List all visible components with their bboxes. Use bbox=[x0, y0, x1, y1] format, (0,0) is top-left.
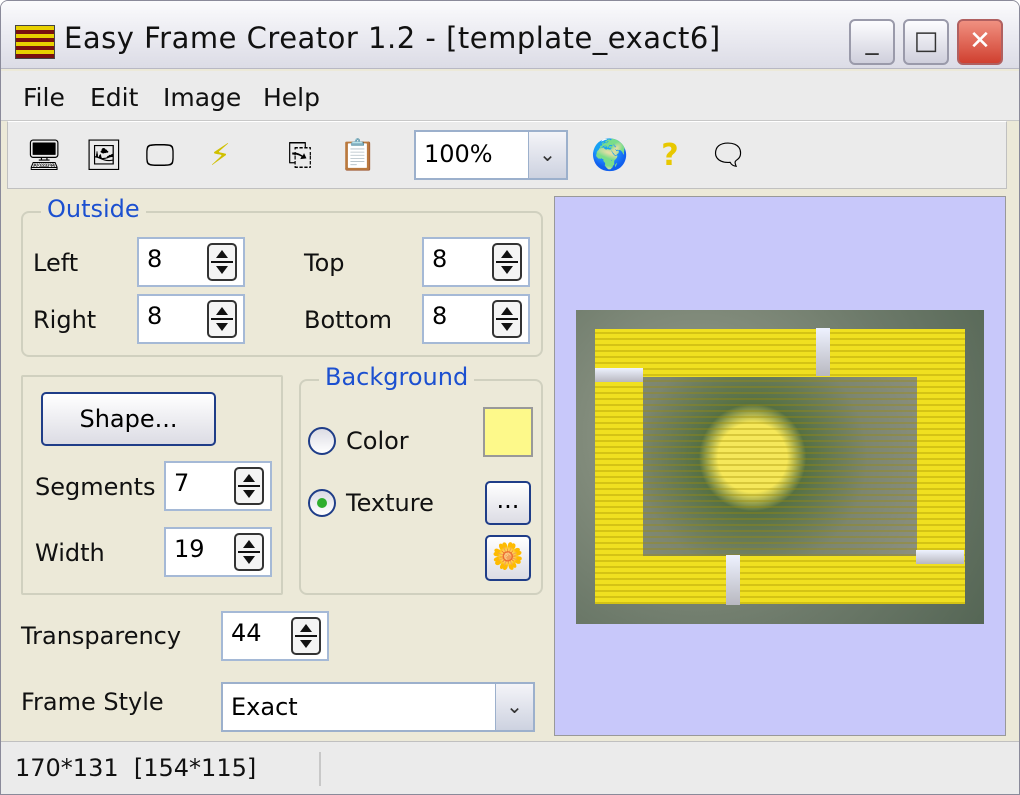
width-value: 19 bbox=[174, 535, 205, 563]
spin-icon[interactable] bbox=[207, 243, 237, 281]
frame-overlay bbox=[595, 329, 965, 604]
bottom-value: 8 bbox=[432, 302, 448, 330]
copy-icon[interactable]: ⎘ bbox=[280, 136, 320, 176]
background-legend: Background bbox=[319, 363, 475, 391]
width-stepper[interactable]: 19 bbox=[164, 527, 272, 577]
speech-bubble-icon[interactable]: 🗨 bbox=[708, 136, 748, 176]
framed-image-preview bbox=[576, 310, 984, 624]
menu-edit[interactable]: Edit bbox=[90, 83, 138, 112]
help-icon[interactable]: ? bbox=[650, 136, 690, 176]
chevron-down-icon[interactable]: ⌄ bbox=[495, 684, 533, 730]
menu-help[interactable]: Help bbox=[263, 83, 320, 112]
left-value: 8 bbox=[147, 245, 163, 273]
minimize-button[interactable]: _ bbox=[849, 19, 895, 65]
spin-icon[interactable] bbox=[291, 617, 321, 655]
top-stepper[interactable]: 8 bbox=[422, 237, 530, 287]
spin-icon[interactable] bbox=[207, 300, 237, 338]
segments-label: Segments bbox=[35, 473, 156, 501]
frame-clip bbox=[726, 555, 740, 605]
segments-value: 7 bbox=[174, 469, 190, 497]
left-label: Left bbox=[33, 249, 79, 277]
spin-icon[interactable] bbox=[492, 300, 522, 338]
menu-file[interactable]: File bbox=[23, 83, 65, 112]
preview-pane bbox=[554, 196, 1006, 736]
spin-icon[interactable] bbox=[234, 467, 264, 505]
spin-icon[interactable] bbox=[234, 533, 264, 571]
window-title: Easy Frame Creator 1.2 - [template_exact… bbox=[64, 21, 721, 55]
bottom-label: Bottom bbox=[304, 306, 393, 334]
frame-clip bbox=[595, 368, 643, 382]
status-bar: 170*131 [154*115] bbox=[1, 741, 1019, 794]
segments-stepper[interactable]: 7 bbox=[164, 461, 272, 511]
color-swatch[interactable] bbox=[483, 407, 533, 457]
browse-texture-button[interactable]: ... bbox=[485, 481, 531, 525]
zoom-select[interactable]: 100% ⌄ bbox=[414, 130, 568, 180]
texture-label: Texture bbox=[346, 489, 434, 517]
frame-style-select[interactable]: Exact ⌄ bbox=[221, 682, 535, 732]
outside-legend: Outside bbox=[41, 195, 146, 223]
toolbar: 🖥 🖼 🖵 ⚡ ⎘ 📋 100% ⌄ 🌍 ? 🗨 bbox=[7, 121, 1007, 189]
zoom-value: 100% bbox=[424, 140, 493, 168]
close-button[interactable]: ✕ bbox=[957, 19, 1003, 65]
app-icon bbox=[15, 25, 55, 59]
top-value: 8 bbox=[432, 245, 448, 273]
left-stepper[interactable]: 8 bbox=[137, 237, 245, 287]
right-label: Right bbox=[33, 306, 97, 334]
export-icon[interactable]: 🖵 bbox=[140, 136, 180, 176]
status-dimensions: 170*131 [154*115] bbox=[15, 754, 257, 782]
menu-bar: File Edit Image Help bbox=[1, 71, 1019, 121]
top-label: Top bbox=[304, 249, 345, 277]
color-radio[interactable] bbox=[308, 427, 336, 455]
title-bar: Easy Frame Creator 1.2 - [template_exact… bbox=[1, 1, 1019, 69]
chevron-down-icon[interactable]: ⌄ bbox=[528, 132, 566, 178]
spin-icon[interactable] bbox=[492, 243, 522, 281]
frame-style-value: Exact bbox=[231, 693, 298, 721]
status-divider bbox=[319, 752, 321, 786]
flower-texture-icon[interactable]: 🌼 bbox=[485, 535, 531, 581]
frame-clip bbox=[816, 328, 830, 376]
menu-image[interactable]: Image bbox=[163, 83, 241, 112]
width-label: Width bbox=[35, 539, 105, 567]
frame-clip bbox=[916, 550, 964, 564]
lightning-icon[interactable]: ⚡ bbox=[200, 136, 240, 176]
right-stepper[interactable]: 8 bbox=[137, 294, 245, 344]
image-icon[interactable]: 🖼 bbox=[84, 136, 124, 176]
app-window: Easy Frame Creator 1.2 - [template_exact… bbox=[0, 0, 1020, 795]
right-value: 8 bbox=[147, 302, 163, 330]
open-icon[interactable]: 🖥 bbox=[24, 136, 64, 176]
shape-button[interactable]: Shape... bbox=[41, 392, 216, 446]
transparency-stepper[interactable]: 44 bbox=[221, 611, 329, 661]
globe-icon[interactable]: 🌍 bbox=[590, 136, 630, 176]
texture-radio[interactable] bbox=[308, 489, 336, 517]
color-label: Color bbox=[346, 427, 409, 455]
paste-icon[interactable]: 📋 bbox=[338, 136, 378, 176]
frame-style-label: Frame Style bbox=[21, 688, 164, 716]
maximize-button[interactable]: □ bbox=[903, 19, 949, 65]
transparency-label: Transparency bbox=[21, 622, 182, 650]
transparency-value: 44 bbox=[231, 619, 262, 647]
bottom-stepper[interactable]: 8 bbox=[422, 294, 530, 344]
